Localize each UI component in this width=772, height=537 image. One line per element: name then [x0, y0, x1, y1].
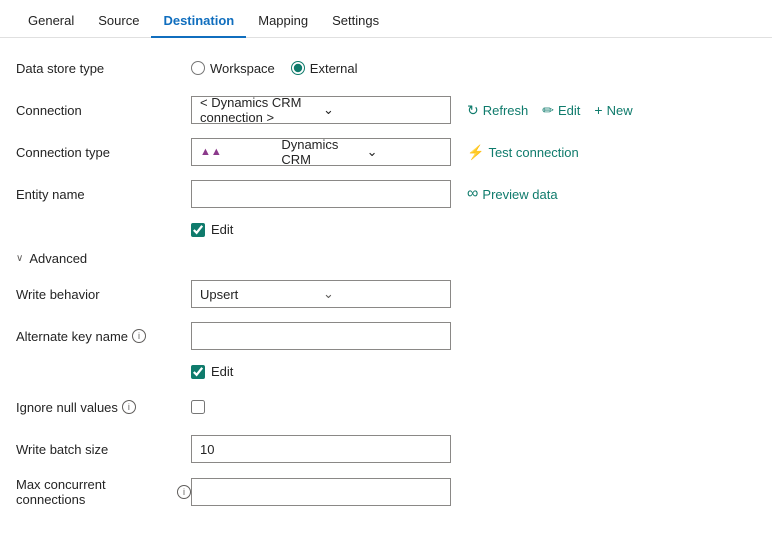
- test-connection-link[interactable]: ⚡ Test connection: [467, 144, 579, 161]
- new-connection-label: New: [607, 103, 633, 118]
- alternate-key-name-input[interactable]: [191, 322, 451, 350]
- alternate-key-name-info-icon: i: [132, 329, 146, 343]
- content-area: Data store type Workspace External Conne…: [0, 38, 772, 537]
- connection-type-dropdown-arrow-icon: ⌄: [367, 144, 442, 160]
- max-concurrent-connections-row: Max concurrent connections i: [16, 477, 756, 507]
- connection-action-links: ↻ Refresh ✏ Edit + New: [467, 102, 633, 119]
- test-connection-label: Test connection: [488, 145, 578, 160]
- workspace-radio[interactable]: [191, 61, 205, 75]
- alternate-key-edit-checkbox[interactable]: [191, 365, 205, 379]
- edit-connection-icon: ✏: [542, 102, 554, 119]
- edit-connection-label: Edit: [558, 103, 580, 118]
- entity-name-edit-row: Edit: [191, 222, 756, 237]
- ignore-null-values-info-icon: i: [122, 400, 136, 414]
- preview-data-label: Preview data: [482, 187, 557, 202]
- tab-settings[interactable]: Settings: [320, 5, 391, 38]
- alternate-key-name-controls: [191, 322, 756, 350]
- connection-label: Connection: [16, 103, 191, 118]
- write-behavior-label: Write behavior: [16, 287, 191, 302]
- ignore-null-values-controls: [191, 400, 756, 414]
- advanced-chevron-icon: ∨: [16, 253, 23, 264]
- alternate-key-name-label-text: Alternate key name: [16, 329, 128, 344]
- data-store-type-radio-group: Workspace External: [191, 61, 358, 76]
- new-connection-link[interactable]: + New: [594, 102, 632, 118]
- connection-dropdown-arrow-icon: ⌄: [323, 102, 442, 118]
- tab-source[interactable]: Source: [86, 5, 151, 38]
- tab-general[interactable]: General: [16, 5, 86, 38]
- entity-name-action-links: ∞ Preview data: [467, 185, 558, 203]
- test-connection-icon: ⚡: [467, 144, 484, 161]
- data-store-type-controls: Workspace External: [191, 61, 756, 76]
- entity-name-input[interactable]: [191, 180, 451, 208]
- entity-name-row: Entity name ∞ Preview data: [16, 180, 756, 208]
- write-behavior-dropdown[interactable]: Upsert ⌄: [191, 280, 451, 308]
- max-concurrent-connections-label-text: Max concurrent connections: [16, 477, 173, 507]
- external-radio[interactable]: [291, 61, 305, 75]
- max-concurrent-connections-label: Max concurrent connections i: [16, 477, 191, 507]
- write-batch-size-label: Write batch size: [16, 442, 191, 457]
- ignore-null-values-row: Ignore null values i: [16, 393, 756, 421]
- data-store-type-label: Data store type: [16, 61, 191, 76]
- write-behavior-value: Upsert: [200, 287, 319, 302]
- tab-bar: General Source Destination Mapping Setti…: [0, 0, 772, 38]
- alternate-key-edit-row: Edit: [191, 364, 756, 379]
- tab-destination[interactable]: Destination: [151, 5, 246, 38]
- entity-name-edit-checkbox[interactable]: [191, 223, 205, 237]
- write-behavior-row: Write behavior Upsert ⌄: [16, 280, 756, 308]
- ignore-null-values-checkbox[interactable]: [191, 400, 205, 414]
- edit-connection-link[interactable]: ✏ Edit: [542, 102, 580, 119]
- workspace-radio-item[interactable]: Workspace: [191, 61, 275, 76]
- connection-dropdown-value: < Dynamics CRM connection >: [200, 95, 319, 125]
- entity-name-edit-label: Edit: [211, 222, 233, 237]
- tab-mapping[interactable]: Mapping: [246, 5, 320, 38]
- refresh-label: Refresh: [483, 103, 529, 118]
- refresh-link[interactable]: ↻ Refresh: [467, 102, 528, 119]
- connection-row: Connection < Dynamics CRM connection > ⌄…: [16, 96, 756, 124]
- write-behavior-dropdown-arrow-icon: ⌄: [323, 286, 442, 302]
- refresh-icon: ↻: [467, 102, 479, 119]
- connection-type-row: Connection type ▲▲ Dynamics CRM ⌄ ⚡ Test…: [16, 138, 756, 166]
- connection-dropdown[interactable]: < Dynamics CRM connection > ⌄: [191, 96, 451, 124]
- advanced-toggle[interactable]: ∨ Advanced: [16, 251, 756, 266]
- preview-data-link[interactable]: ∞ Preview data: [467, 185, 558, 203]
- external-radio-item[interactable]: External: [291, 61, 358, 76]
- data-store-type-row: Data store type Workspace External: [16, 54, 756, 82]
- connection-type-dropdown[interactable]: ▲▲ Dynamics CRM ⌄: [191, 138, 451, 166]
- write-batch-size-controls: [191, 435, 756, 463]
- connection-type-action-links: ⚡ Test connection: [467, 144, 579, 161]
- entity-name-label: Entity name: [16, 187, 191, 202]
- ignore-null-values-label-text: Ignore null values: [16, 400, 118, 415]
- preview-data-icon: ∞: [467, 185, 478, 203]
- write-batch-size-input[interactable]: [191, 435, 451, 463]
- max-concurrent-connections-info-icon: i: [177, 485, 191, 499]
- write-behavior-controls: Upsert ⌄: [191, 280, 756, 308]
- workspace-radio-label: Workspace: [210, 61, 275, 76]
- ignore-null-values-label: Ignore null values i: [16, 400, 191, 415]
- connection-type-value: Dynamics CRM: [281, 137, 356, 167]
- alternate-key-name-row: Alternate key name i: [16, 322, 756, 350]
- connection-type-controls: ▲▲ Dynamics CRM ⌄ ⚡ Test connection: [191, 138, 756, 166]
- crm-icon: ▲▲: [200, 146, 275, 158]
- alternate-key-name-label: Alternate key name i: [16, 329, 191, 344]
- alternate-key-edit-label: Edit: [211, 364, 233, 379]
- entity-name-controls: ∞ Preview data: [191, 180, 756, 208]
- connection-type-label: Connection type: [16, 145, 191, 160]
- connection-controls: < Dynamics CRM connection > ⌄ ↻ Refresh …: [191, 96, 756, 124]
- write-batch-size-row: Write batch size: [16, 435, 756, 463]
- advanced-label: Advanced: [29, 251, 87, 266]
- new-connection-icon: +: [594, 102, 602, 118]
- external-radio-label: External: [310, 61, 358, 76]
